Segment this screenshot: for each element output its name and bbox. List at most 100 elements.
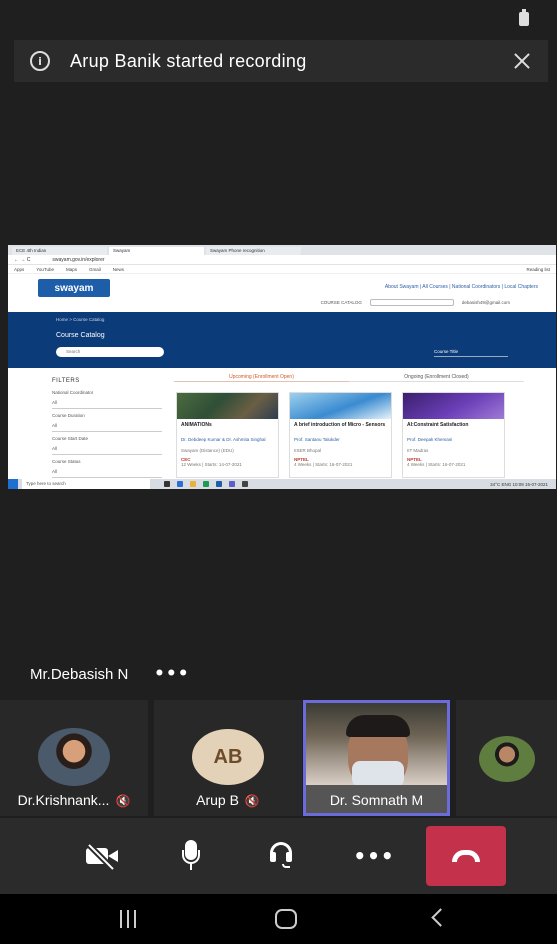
participant-name: Dr.Krishnank... — [17, 792, 110, 808]
participant-tile[interactable]: Dr.Krishnank... 🔇 — [0, 700, 148, 816]
bookmark: Maps — [65, 266, 77, 272]
headset-ear-right — [286, 852, 292, 862]
nav-arrows-icon: ← → C — [14, 256, 31, 263]
teams-call-screen: i Arup Banik started recording ECE 4th I… — [0, 0, 557, 944]
page-title: Course Catalog — [56, 332, 105, 339]
status-bar — [0, 0, 557, 32]
browser-tab: Swayam — [109, 247, 204, 255]
participant-video — [306, 703, 447, 785]
tab-ongoing: Ongoing (Enrollment Closed) — [349, 372, 524, 382]
course-catalog-menu: COURSE CATALOG — [320, 300, 362, 305]
course-image — [290, 393, 391, 419]
headset-boom — [282, 864, 290, 868]
swayam-header: swayam About Swayam | All Courses | Nati… — [8, 274, 556, 312]
recents-bar — [127, 910, 129, 928]
bookmark: Apps — [14, 266, 25, 272]
catalog-row: COURSE CATALOG debasish49@gmail.com — [321, 299, 510, 306]
browser-tab: ECE 4th Indian — [12, 247, 107, 255]
camera-lens — [108, 850, 118, 862]
headset-icon[interactable] — [260, 834, 304, 878]
participant-initials-avatar: AB — [192, 729, 264, 785]
recording-notification-banner: i Arup Banik started recording — [14, 40, 548, 82]
catalog-content: FILTERS National Coordinator All Course … — [8, 368, 556, 479]
enrollment-tabs: Upcoming (Enrollment Open) Ongoing (Enro… — [174, 372, 524, 382]
presenter-more-button[interactable]: ••• — [154, 664, 190, 684]
breadcrumb: Home > Course Catalog — [56, 317, 105, 322]
bookmark: News — [112, 266, 124, 272]
course-duration: 4 Weeks | Starts: 16-07-2021 — [294, 462, 353, 467]
course-duration: 12 Weeks | Starts: 14-07-2021 — [181, 462, 242, 467]
url-text: swayam.gov.in/explorer — [52, 256, 105, 263]
course-title: A brief introduction of Micro - Sensors — [294, 422, 386, 428]
catalog-banner: Home > Course Catalog Course Catalog Sea… — [8, 312, 556, 368]
course-card: A brief introduction of Micro - Sensors … — [289, 392, 392, 478]
participant-tile[interactable] — [456, 700, 557, 816]
sort-select: Course Title — [434, 347, 508, 357]
course-instructors: Prof. Deepak Khemani — [407, 437, 453, 442]
chrome-icon — [203, 481, 209, 487]
participant-mask — [352, 761, 404, 785]
course-provider: CEC — [181, 457, 191, 462]
catalog-search-input: Search — [56, 347, 164, 357]
taskbar-apps — [164, 481, 248, 487]
battery-icon — [519, 9, 529, 26]
course-card: ANIMATIONs Dr. Debdeep Kumar & Dr. Ashmi… — [176, 392, 279, 478]
hang-up-button[interactable] — [426, 826, 506, 886]
mic-stand — [182, 850, 200, 864]
folder-icon — [190, 481, 196, 487]
home-icon[interactable] — [275, 909, 297, 929]
participant-tile-active-speaker[interactable]: Dr. Somnath M — [303, 700, 450, 816]
headset-ear-left — [270, 852, 276, 862]
course-card: AI:Constraint Satisfaction Prof. Deepak … — [402, 392, 505, 478]
browser-tabs: ECE 4th Indian Swayam Swayam Phone recog… — [8, 245, 556, 255]
course-provider: NPTEL — [407, 457, 422, 462]
filters-panel: FILTERS National Coordinator All Course … — [52, 378, 162, 482]
course-instructors: Prof. Santanu Talukder — [294, 437, 340, 442]
participant-name-row: Arup B 🔇 — [154, 792, 302, 808]
back-icon[interactable] — [431, 908, 450, 927]
muted-mic-icon: 🔇 — [244, 794, 260, 808]
system-tray: 34°C ENG 10:09 15-07-2021 — [490, 481, 548, 487]
mic-stem — [190, 864, 192, 870]
course-duration: 4 Weeks | Starts: 16-07-2021 — [407, 462, 466, 467]
site-nav-links: About Swayam | All Courses | National Co… — [384, 284, 538, 290]
info-icon: i — [30, 51, 50, 71]
bookmark: Gmail — [88, 266, 101, 272]
task-view-icon — [164, 481, 170, 487]
recents-bar — [120, 910, 122, 928]
filters-heading: FILTERS — [52, 378, 80, 384]
filter-select: All — [52, 441, 162, 455]
participant-hair — [346, 715, 410, 737]
participant-tile[interactable]: AB Arup B 🔇 — [154, 700, 302, 816]
muted-mic-icon: 🔇 — [115, 794, 131, 808]
course-cards: ANIMATIONs Dr. Debdeep Kumar & Dr. Ashmi… — [176, 392, 505, 478]
site-search-input — [369, 299, 454, 306]
tab-upcoming: Upcoming (Enrollment Open) — [174, 372, 349, 382]
more-options-button[interactable]: ••• — [352, 834, 396, 878]
presenter-name: Mr.Debasish N — [30, 666, 129, 683]
teams-icon — [229, 481, 235, 487]
banner-text: Arup Banik started recording — [70, 50, 307, 71]
bookmark: YouTube — [36, 266, 54, 272]
course-instructors: Dr. Debdeep Kumar & Dr. Ashmita Singhal — [181, 437, 266, 442]
camera-off-icon[interactable] — [82, 834, 126, 878]
swayam-logo: swayam — [38, 279, 110, 297]
participant-name-row: Dr.Krishnank... 🔇 — [0, 792, 148, 808]
course-title: ANIMATIONs — [181, 422, 212, 428]
hang-up-icon — [452, 850, 480, 862]
close-icon[interactable] — [510, 49, 534, 73]
windows-taskbar: Type here to search 34°C ENG 10:09 15-07… — [8, 479, 556, 489]
reading-list: Reading list — [526, 266, 550, 272]
microphone-icon[interactable] — [170, 834, 214, 878]
recents-icon[interactable] — [118, 910, 138, 928]
call-controls-bar: ••• — [0, 818, 557, 894]
word-icon — [216, 481, 222, 487]
browser-tab: Swayam Phone recognition — [206, 247, 301, 255]
recents-bar — [134, 910, 136, 928]
filter-select: All — [52, 464, 162, 478]
course-image — [403, 393, 504, 419]
participant-avatar — [478, 736, 535, 782]
app-icon — [177, 481, 183, 487]
participant-name: Dr. Somnath M — [329, 792, 424, 808]
filter-select: All — [52, 395, 162, 409]
